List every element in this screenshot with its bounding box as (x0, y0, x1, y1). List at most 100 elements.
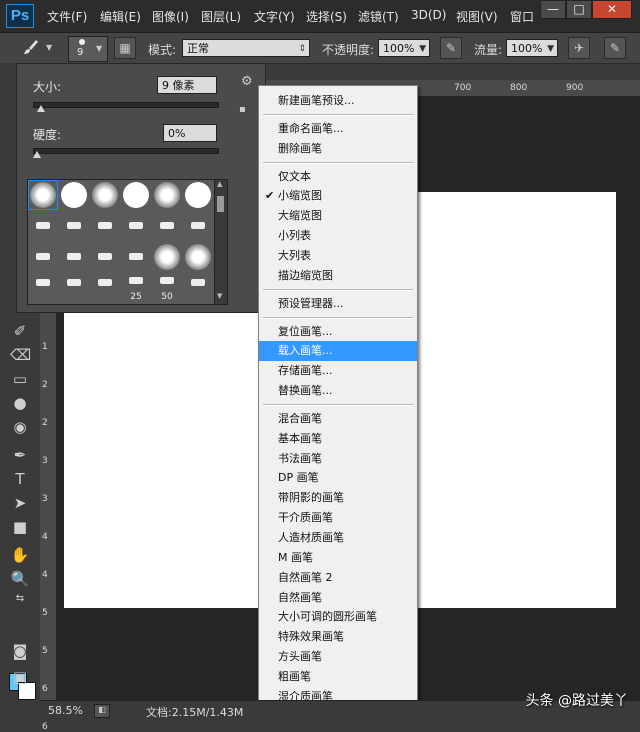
context-menu-item[interactable]: 重命名画笔... (259, 119, 417, 139)
context-menu-item[interactable]: 带阴影的画笔 (259, 488, 417, 508)
scrollbar-thumb[interactable] (217, 196, 224, 212)
context-menu-item[interactable]: 大列表 (259, 246, 417, 266)
size-slider-thumb[interactable] (36, 105, 45, 112)
history-brush-icon[interactable]: ✐ (10, 321, 30, 341)
context-menu-item[interactable]: 大缩览图 (259, 206, 417, 226)
dodge-icon[interactable]: ◉ (10, 417, 30, 437)
zoom-icon[interactable]: 🔍 (10, 569, 30, 589)
context-menu-item[interactable]: 人造材质画笔 (259, 528, 417, 548)
menu-item[interactable]: 文件(F) (47, 8, 87, 25)
brush-preset-tip[interactable] (28, 273, 58, 303)
menu-item[interactable]: 图像(I) (152, 8, 189, 25)
screen-mode-icon[interactable]: ▣ (10, 667, 30, 687)
brush-preset-tip[interactable] (90, 273, 120, 303)
brush-tool-icon[interactable] (20, 37, 42, 59)
menu-item[interactable]: 3D(D) (411, 8, 446, 22)
context-menu-item[interactable]: 替换画笔... (259, 381, 417, 401)
brush-preset-tip[interactable] (59, 211, 89, 241)
maximize-button[interactable]: □ (566, 0, 592, 19)
hardness-slider-thumb[interactable] (33, 151, 41, 158)
context-menu-item[interactable]: 载入画笔... (259, 341, 417, 362)
blur-icon[interactable]: ● (10, 393, 30, 413)
brush-preset-hard-round[interactable] (59, 180, 89, 210)
pressure-size-icon[interactable]: ✎ (604, 37, 626, 59)
brush-preset-soft-round[interactable] (90, 180, 120, 210)
brush-preset-tip[interactable] (59, 273, 89, 303)
tool-preset-arrow-icon[interactable]: ▼ (46, 43, 52, 52)
brush-preset-soft-round[interactable] (152, 242, 182, 272)
brush-preset-tip[interactable] (121, 211, 151, 241)
menu-item[interactable]: 编辑(E) (100, 8, 141, 25)
flow-input[interactable]: 100% ▼ (506, 39, 558, 57)
menu-item[interactable]: 图层(L) (201, 8, 241, 25)
brush-preset-tip[interactable] (90, 242, 120, 272)
context-menu-item[interactable]: 干介质画笔 (259, 508, 417, 528)
menu-item[interactable]: 选择(S) (306, 8, 347, 25)
path-select-icon[interactable]: ➤ (10, 493, 30, 513)
menu-item[interactable]: 文字(Y) (254, 8, 295, 25)
zoom-level[interactable]: 58.5% (48, 704, 83, 717)
context-menu-item[interactable]: 删除画笔 (259, 139, 417, 159)
swap-colors-icon[interactable]: ⇆ (10, 589, 30, 609)
context-menu-item[interactable]: 预设管理器... (259, 294, 417, 314)
new-preset-icon[interactable]: ▪ (239, 104, 246, 115)
scroll-down-icon[interactable]: ▼ (217, 292, 222, 300)
scroll-up-icon[interactable]: ▲ (217, 180, 222, 188)
airbrush-icon[interactable]: ✈ (568, 37, 590, 59)
context-menu-item[interactable]: 方头画笔 (259, 647, 417, 667)
type-icon[interactable]: T (10, 469, 30, 489)
mode-select[interactable]: 正常 ⇕ (182, 39, 310, 57)
eraser-icon[interactable]: ⌫ (10, 345, 31, 365)
hand-icon[interactable]: ✋ (10, 545, 30, 565)
close-button[interactable]: ✕ (592, 0, 632, 19)
preset-grid-scrollbar[interactable]: ▲ ▼ (214, 179, 228, 305)
context-menu-item[interactable]: 小列表 (259, 226, 417, 246)
opacity-input[interactable]: 100% ▼ (378, 39, 430, 57)
context-menu-item[interactable]: 仅文本 (259, 167, 417, 187)
context-menu-item[interactable]: M 画笔 (259, 548, 417, 568)
brush-preset-picker[interactable]: 9 ▼ (68, 36, 108, 62)
brush-preset-soft-round[interactable] (183, 242, 213, 272)
brush-preset-tip[interactable] (28, 242, 58, 272)
brush-panel-toggle-icon[interactable]: ▦ (114, 37, 136, 59)
menu-item[interactable]: 窗口 (510, 8, 534, 25)
size-slider-track[interactable] (33, 102, 219, 108)
context-menu-item[interactable]: 粗画笔 (259, 667, 417, 687)
brush-preset-tip[interactable] (28, 211, 58, 241)
brush-preset-soft-round[interactable] (152, 180, 182, 210)
hardness-slider-track[interactable] (33, 148, 219, 154)
context-menu-item[interactable]: 描边缩览图 (259, 266, 417, 286)
size-input[interactable]: 9 像素 (157, 76, 217, 94)
context-menu-item[interactable]: 存储画笔... (259, 361, 417, 381)
context-menu-item[interactable]: 复位画笔... (259, 322, 417, 342)
brush-preset-25[interactable]: 25 (121, 273, 151, 303)
pressure-opacity-icon[interactable]: ✎ (440, 37, 462, 59)
context-menu-item[interactable]: ✔ 小缩览图 (259, 186, 417, 206)
brush-preset-hard-round[interactable] (183, 180, 213, 210)
quick-mask-icon[interactable]: ◙ (10, 641, 30, 661)
brush-preset-soft-round[interactable] (28, 180, 58, 210)
brush-preset-tip[interactable] (152, 211, 182, 241)
minimize-button[interactable]: — (540, 0, 566, 19)
context-menu-item[interactable]: DP 画笔 (259, 468, 417, 488)
context-menu-item[interactable]: 自然画笔 2 (259, 568, 417, 588)
gradient-icon[interactable]: ▭ (10, 369, 30, 389)
brush-preset-tip[interactable] (59, 242, 89, 272)
brush-preset-tip[interactable] (90, 211, 120, 241)
hardness-input[interactable]: 0% (163, 124, 217, 142)
brush-preset-tip[interactable] (183, 211, 213, 241)
brush-preset-50[interactable]: 50 (152, 273, 182, 303)
brush-preset-tip[interactable] (121, 242, 151, 272)
gear-icon[interactable]: ⚙ (241, 74, 253, 89)
context-menu-item[interactable]: 自然画笔 (259, 588, 417, 608)
rectangle-icon[interactable]: ■ (10, 517, 30, 537)
status-info-icon[interactable]: ◧ (94, 704, 110, 718)
context-menu-item[interactable]: 特殊效果画笔 (259, 627, 417, 647)
context-menu-item[interactable]: 混合画笔 (259, 409, 417, 429)
context-menu-item[interactable]: 大小可调的圆形画笔 (259, 607, 417, 627)
pen-icon[interactable]: ✒ (10, 445, 30, 465)
context-menu-item[interactable]: 新建画笔预设... (259, 91, 417, 111)
brush-preset-hard-round[interactable] (121, 180, 151, 210)
context-menu-item[interactable]: 基本画笔 (259, 429, 417, 449)
brush-preset-tip[interactable] (183, 273, 213, 303)
